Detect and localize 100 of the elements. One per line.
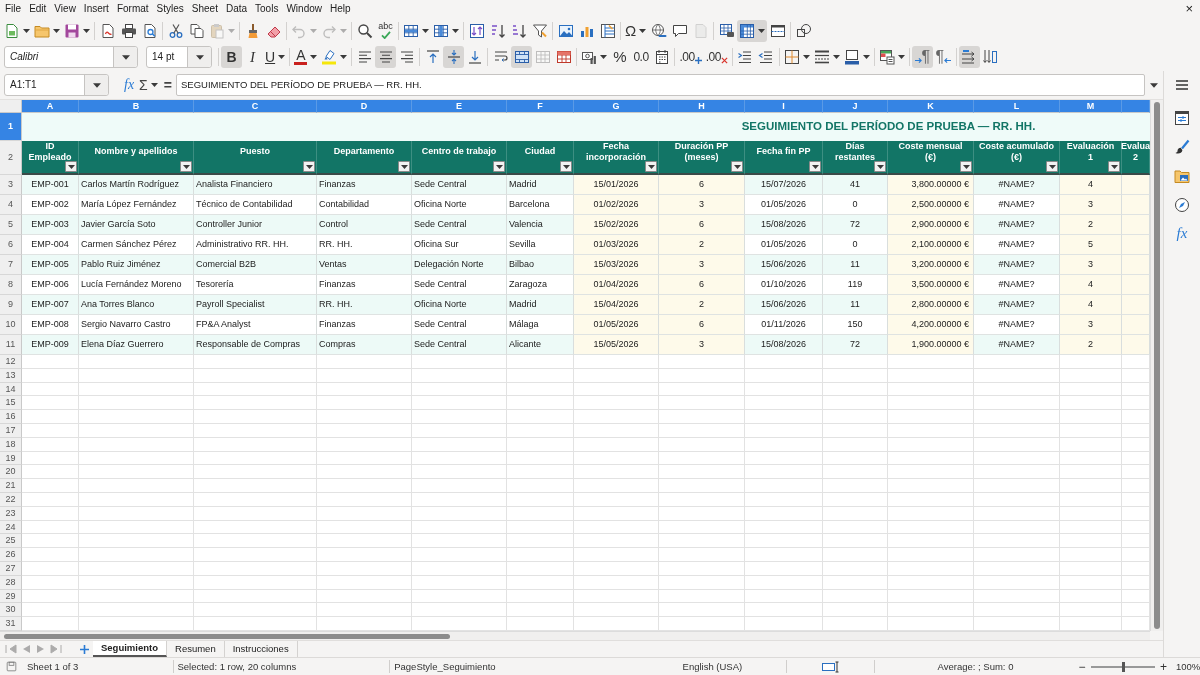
row-header[interactable]: 10 <box>0 315 22 335</box>
align-center-button[interactable] <box>375 46 397 68</box>
filter-dropdown-button[interactable] <box>960 161 972 172</box>
row-header[interactable]: 15 <box>0 396 22 411</box>
column-header[interactable]: K <box>888 100 974 113</box>
sum-button[interactable]: Σ <box>137 76 160 94</box>
row-header[interactable]: 2 <box>0 141 22 175</box>
column-header[interactable]: I <box>745 100 823 113</box>
text-direction-button[interactable] <box>958 46 980 68</box>
align-middle-button[interactable] <box>443 46 465 68</box>
column-header[interactable]: C <box>194 100 317 113</box>
standard-format-button[interactable]: 0.0 <box>630 46 652 68</box>
row-header[interactable]: 16 <box>0 410 22 424</box>
menu-item[interactable]: Help <box>326 1 355 17</box>
menu-item[interactable]: View <box>50 1 80 17</box>
row-header[interactable]: 8 <box>0 275 22 295</box>
filter-dropdown-button[interactable] <box>303 161 315 172</box>
filter-dropdown-button[interactable] <box>65 161 77 172</box>
properties-button[interactable] <box>1172 108 1192 128</box>
filter-dropdown-button[interactable] <box>645 161 657 172</box>
column-header[interactable]: H <box>659 100 745 113</box>
menu-item[interactable]: Window <box>282 1 326 17</box>
row-header[interactable]: 4 <box>0 195 22 215</box>
menu-item[interactable]: Data <box>221 1 252 17</box>
arrow-left-icon <box>944 56 952 64</box>
filter-dropdown-button[interactable] <box>874 161 886 172</box>
table-cell: 01/10/2026 <box>745 275 823 295</box>
row-header[interactable]: 6 <box>0 235 22 255</box>
row-header[interactable]: 30 <box>0 603 22 618</box>
row-header[interactable]: 12 <box>0 355 22 369</box>
filter-dropdown-button[interactable] <box>560 161 572 172</box>
delete-decimal-button[interactable]: .00 <box>703 46 730 68</box>
row-header[interactable]: 1 <box>0 113 22 141</box>
row-header[interactable]: 31 <box>0 617 22 631</box>
empty-cell <box>823 437 888 452</box>
spelling-button[interactable]: abc <box>375 19 396 42</box>
column-header[interactable]: A <box>22 100 79 113</box>
empty-cell <box>1060 603 1122 618</box>
percent-format-button[interactable]: % <box>609 46 631 68</box>
formula-button[interactable]: = <box>159 76 176 94</box>
sheet-tab[interactable]: Instrucciones <box>224 641 298 657</box>
menu-item[interactable]: File <box>1 1 26 17</box>
column-header[interactable]: D <box>317 100 412 113</box>
sheet-tab[interactable]: Resumen <box>167 641 225 657</box>
column-header[interactable]: M <box>1060 100 1122 113</box>
left-to-right-button[interactable]: ¶ <box>911 46 933 68</box>
row-header[interactable]: 7 <box>0 255 22 275</box>
horizontal-scrollbar[interactable] <box>0 631 1150 640</box>
merge-center-button[interactable] <box>511 46 533 68</box>
filter-dropdown-button[interactable] <box>731 161 743 172</box>
navigator-button[interactable] <box>1172 195 1192 215</box>
row-header[interactable]: 26 <box>0 548 22 562</box>
align-center-icon <box>377 49 394 65</box>
add-sheet-button[interactable] <box>80 644 89 654</box>
column-header[interactable]: F <box>507 100 574 113</box>
functions-button[interactable]: fx <box>1174 224 1190 242</box>
zoom-out-button[interactable]: − <box>1075 659 1089 674</box>
table-cell: Compras <box>317 335 412 355</box>
column-header[interactable]: G <box>574 100 659 113</box>
add-decimal-button[interactable]: .00 <box>677 46 704 68</box>
underline-button[interactable]: U <box>263 46 288 68</box>
font-color-button[interactable]: A <box>292 46 320 68</box>
formula-input-field[interactable]: SEGUIMIENTO DEL PERÍODO DE PRUEBA — RR. HH. <box>175 74 1145 96</box>
bold-button[interactable]: B <box>221 46 242 68</box>
caret-icon <box>150 83 158 87</box>
filter-dropdown-button[interactable] <box>398 161 410 172</box>
italic-button[interactable]: I <box>242 46 263 68</box>
menu-item[interactable]: Format <box>112 1 153 17</box>
caret-icon <box>862 55 870 59</box>
sheet-tab[interactable]: Seguimiento <box>93 641 167 657</box>
right-to-left-button[interactable]: ¶ <box>932 46 954 68</box>
menu-item[interactable]: Tools <box>251 1 283 17</box>
menu-item[interactable]: Sheet <box>187 1 222 17</box>
column-header[interactable]: L <box>974 100 1060 113</box>
filter-dropdown-button[interactable] <box>493 161 505 172</box>
freeze-panes-button[interactable] <box>737 19 768 42</box>
function-wizard-button[interactable]: fx <box>121 76 138 94</box>
table-cell: Elena Díaz Guerrero <box>79 335 194 355</box>
row-header[interactable]: 25 <box>0 534 22 549</box>
column-header[interactable]: E <box>412 100 507 113</box>
column-header[interactable]: B <box>79 100 194 113</box>
special-character-button[interactable]: Ω <box>623 19 649 42</box>
row-header[interactable]: 5 <box>0 215 22 235</box>
filter-dropdown-button[interactable] <box>180 161 192 172</box>
filter-dropdown-button[interactable] <box>809 161 821 172</box>
zoom-in-button[interactable]: + <box>1156 659 1170 674</box>
filter-dropdown-button[interactable] <box>1046 161 1058 172</box>
row-header[interactable]: 20 <box>0 465 22 480</box>
vertical-scrollbar[interactable] <box>1150 100 1163 631</box>
row-header[interactable]: 11 <box>0 335 22 355</box>
row-header[interactable]: 9 <box>0 295 22 315</box>
row-header[interactable]: 21 <box>0 479 22 493</box>
filter-dropdown-button[interactable] <box>1108 161 1120 172</box>
menu-item[interactable]: Edit <box>25 1 51 17</box>
menu-item[interactable]: Insert <box>79 1 113 17</box>
column-header[interactable]: J <box>823 100 888 113</box>
row-header[interactable]: 3 <box>0 175 22 195</box>
slider-thumb[interactable] <box>1121 661 1125 672</box>
menu-item[interactable]: Styles <box>152 1 188 17</box>
close-document-button[interactable]: × <box>1183 1 1195 17</box>
